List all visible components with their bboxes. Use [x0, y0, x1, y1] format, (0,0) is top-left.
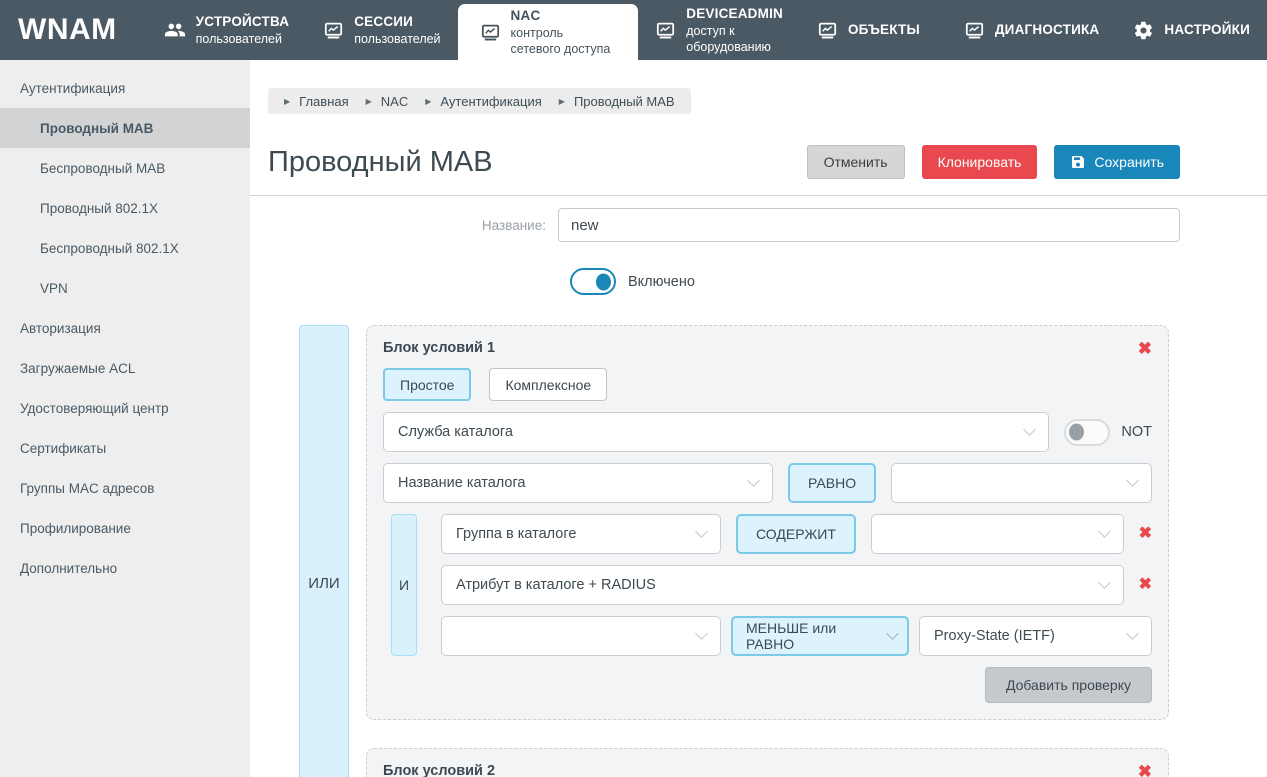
remove-block-icon[interactable]: ✖ [1138, 763, 1152, 777]
field-select[interactable]: Группа в каталоге [441, 514, 721, 554]
operator-less-or-equal-select[interactable]: МЕНЬШЕ или РАВНО [731, 616, 909, 656]
cancel-button[interactable]: Отменить [807, 145, 905, 179]
sidebar-item-wireless-mab[interactable]: Беспроводный MAB [0, 148, 250, 188]
nav-objects[interactable]: ОБЪЕКТЫ [800, 0, 937, 60]
gear-icon [1133, 20, 1154, 41]
sidebar-item-wired-8021x[interactable]: Проводный 802.1X [0, 188, 250, 228]
name-label: Название: [268, 218, 558, 233]
remove-block-icon[interactable]: ✖ [1138, 340, 1152, 357]
nav-sublabel: доступ к оборудованию [686, 23, 783, 56]
sidebar-item-wired-mab[interactable]: Проводный MAB [0, 108, 250, 148]
triangle-icon: ▶ [284, 97, 290, 106]
sidebar-item-vpn[interactable]: VPN [0, 268, 250, 308]
chevron-down-icon [695, 627, 708, 640]
not-label: NOT [1121, 424, 1152, 440]
field-select[interactable]: Атрибут в каталоге + RADIUS [441, 565, 1124, 605]
triangle-icon: ▶ [425, 97, 431, 106]
nav-label: NAC [511, 7, 617, 25]
monitor-chart-icon [323, 20, 344, 41]
enabled-label: Включено [628, 274, 695, 290]
sidebar-item-downloadable-acl[interactable]: Загружаемые ACL [0, 348, 250, 388]
sidebar-item-authorization[interactable]: Авторизация [0, 308, 250, 348]
users-icon [164, 19, 186, 41]
sidebar-item-profiling[interactable]: Профилирование [0, 508, 250, 548]
operator-equals-button[interactable]: РАВНО [788, 463, 876, 503]
tab-simple[interactable]: Простое [383, 368, 471, 401]
and-logic-bar: И [391, 514, 417, 656]
not-toggle[interactable] [1064, 419, 1110, 446]
condition-block-1: Блок условий 1 ✖ Простое Комплексное Слу… [366, 325, 1169, 720]
block-title: Блок условий 2 [383, 763, 495, 777]
toggle-knob [596, 273, 611, 290]
chevron-down-icon [695, 525, 708, 538]
operator-contains-button[interactable]: СОДЕРЖИТ [736, 514, 856, 554]
brand-logo[interactable]: WNAM [0, 0, 147, 60]
sidebar-item-certificates[interactable]: Сертификаты [0, 428, 250, 468]
breadcrumb: ▶Главная ▶NAC ▶Аутентификация ▶Проводный… [268, 88, 691, 114]
nav-label: УСТРОЙСТВА [196, 13, 290, 31]
nav-diagnostics[interactable]: ДИАГНОСТИКА [947, 0, 1117, 60]
chevron-down-icon [886, 627, 899, 640]
nav-label: НАСТРОЙКИ [1164, 21, 1250, 39]
chevron-down-icon [1098, 576, 1111, 589]
field-select[interactable] [441, 616, 721, 656]
toggle-knob [1069, 424, 1084, 441]
nav-sessions[interactable]: СЕССИИ пользователей [306, 0, 457, 60]
monitor-chart-icon [480, 22, 501, 43]
top-bar: WNAM УСТРОЙСТВА пользователей СЕССИИ пол… [0, 0, 1267, 60]
nav-label: ОБЪЕКТЫ [848, 21, 920, 39]
breadcrumb-nac[interactable]: ▶NAC [366, 94, 409, 109]
sidebar: Аутентификация Проводный MAB Беспроводны… [0, 60, 250, 777]
sidebar-item-wireless-8021x[interactable]: Беспроводный 802.1X [0, 228, 250, 268]
field-select[interactable]: Название каталога [383, 463, 773, 503]
enabled-toggle[interactable] [570, 268, 616, 295]
chevron-down-icon [1024, 423, 1037, 436]
triangle-icon: ▶ [366, 97, 372, 106]
monitor-chart-icon [964, 20, 985, 41]
condition-block-2: Блок условий 2 ✖ Простое Комплексное [366, 748, 1169, 777]
main-content: ▶Главная ▶NAC ▶Аутентификация ▶Проводный… [250, 60, 1267, 777]
triangle-icon: ▶ [559, 97, 565, 106]
breadcrumb-wired-mab[interactable]: ▶Проводный MAB [559, 94, 675, 109]
remove-check-icon[interactable]: ✖ [1139, 577, 1152, 593]
remove-check-icon[interactable]: ✖ [1139, 526, 1152, 542]
top-nav: УСТРОЙСТВА пользователей СЕССИИ пользова… [147, 0, 1267, 60]
sidebar-item-additional[interactable]: Дополнительно [0, 548, 250, 588]
nav-deviceadmin[interactable]: DEVICEADMIN доступ к оборудованию [638, 0, 800, 60]
sidebar-item-authentication[interactable]: Аутентификация [0, 68, 250, 108]
sidebar-item-mac-groups[interactable]: Группы MAC адресов [0, 468, 250, 508]
chevron-down-icon [1098, 525, 1111, 538]
block-title: Блок условий 1 [383, 340, 495, 356]
chevron-down-icon [747, 474, 760, 487]
sidebar-item-certificate-authority[interactable]: Удостоверяющий центр [0, 388, 250, 428]
save-icon [1070, 154, 1086, 170]
nav-nac-active-tab[interactable]: NAC контроль сетевого доступа [458, 4, 639, 60]
clone-button[interactable]: Клонировать [922, 145, 1038, 179]
page-title: Проводный MAB [268, 142, 493, 182]
nav-settings[interactable]: НАСТРОЙКИ [1116, 0, 1267, 60]
chevron-down-icon [1126, 627, 1139, 640]
chevron-down-icon [1126, 474, 1139, 487]
nav-label: ДИАГНОСТИКА [995, 21, 1100, 39]
save-button[interactable]: Сохранить [1054, 145, 1180, 179]
nav-label: СЕССИИ [354, 13, 440, 31]
monitor-chart-icon [655, 20, 676, 41]
monitor-chart-icon [817, 20, 838, 41]
tab-complex[interactable]: Комплексное [489, 368, 607, 401]
source-select[interactable]: Служба каталога [383, 412, 1049, 452]
breadcrumb-authentication[interactable]: ▶Аутентификация [425, 94, 542, 109]
or-logic-bar: ИЛИ [299, 325, 349, 777]
value-select[interactable]: Proxy-State (IETF) [919, 616, 1152, 656]
nav-devices[interactable]: УСТРОЙСТВА пользователей [147, 0, 307, 60]
value-select[interactable] [891, 463, 1152, 503]
nav-sublabel: пользователей [196, 31, 290, 47]
breadcrumb-home[interactable]: ▶Главная [284, 94, 349, 109]
nav-sublabel: контроль сетевого доступа [511, 25, 617, 58]
nav-sublabel: пользователей [354, 31, 440, 47]
add-check-button[interactable]: Добавить проверку [985, 667, 1152, 703]
value-select[interactable] [871, 514, 1124, 554]
name-input[interactable] [558, 208, 1180, 242]
nav-label: DEVICEADMIN [686, 5, 783, 23]
